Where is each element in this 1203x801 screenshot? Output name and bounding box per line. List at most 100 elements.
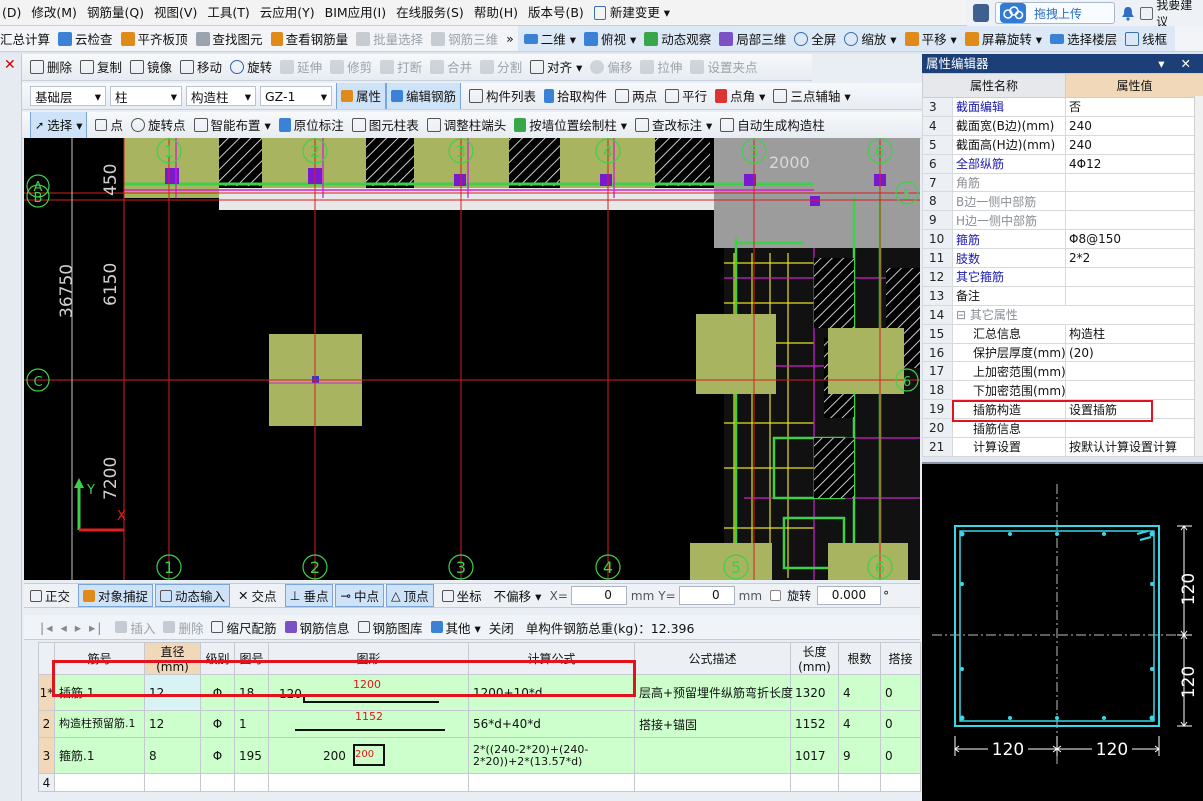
fig-no-cell[interactable]: 195	[234, 737, 269, 774]
property-value[interactable]: 4Φ12	[1065, 153, 1203, 174]
header-lap[interactable]: 搭接	[880, 642, 921, 675]
menu-modify[interactable]: 修改(M)	[31, 0, 77, 25]
fig-no-cell[interactable]: 1	[234, 710, 269, 738]
menu-view[interactable]: 视图(V)	[154, 0, 197, 25]
floor-select[interactable]: 基础层 ▾	[30, 86, 106, 106]
count-cell[interactable]: 9	[838, 737, 881, 774]
diameter-cell[interactable]: 8	[144, 737, 201, 774]
property-row[interactable]: 10 箍筋 Φ8@150	[922, 229, 1203, 250]
formula-cell[interactable]: 2*((240-2*20)+(240-2*20))+2*(13.57*d)	[468, 737, 635, 774]
upload-button[interactable]: 拖拽上传	[995, 2, 1115, 24]
parallel-button[interactable]: 平行	[665, 83, 707, 109]
menu-new-change[interactable]: 新建变更 ▾	[593, 0, 670, 25]
property-row[interactable]: 7 角筋	[922, 172, 1203, 193]
draw-by-wall-dropdown[interactable]: 按墙位置绘制柱 ▾	[514, 112, 627, 138]
formula-cell[interactable]	[468, 773, 635, 792]
menu-rebar-qty[interactable]: 钢筋量(Q)	[87, 0, 144, 25]
property-value[interactable]: 240	[1065, 134, 1203, 155]
property-row[interactable]: 21 计算设置 按默认计算设置计算	[922, 437, 1203, 457]
property-row[interactable]: 5 截面高(H边)(mm) 240	[922, 134, 1203, 155]
intersection-snap[interactable]: ✕ 交点	[238, 586, 277, 605]
rotate-input[interactable]: 0.000	[817, 586, 882, 605]
component-select[interactable]: GZ-1 ▾	[260, 86, 332, 106]
offset-button[interactable]: 偏移	[590, 54, 632, 80]
column-table-button[interactable]: 图元柱表	[351, 112, 419, 138]
rotate-checkbox[interactable]	[770, 590, 782, 601]
object-snap-toggle[interactable]: 对象捕捉	[78, 584, 154, 607]
in-place-label-button[interactable]: 原位标注	[278, 112, 344, 138]
cad-drawing[interactable]: 2000 1 2 3 4 5 6 1 2 3 4 5 6 A B C 5 6 4…	[24, 138, 920, 580]
formula-cell[interactable]: 56*d+40*d	[468, 710, 635, 738]
property-value[interactable]	[1065, 267, 1203, 287]
fig-no-cell[interactable]	[234, 773, 269, 792]
table-row[interactable]: 3 箍筋.1 8 Φ 195 200 200 2*((240-2*20)+(24…	[38, 737, 921, 774]
screen-rotate-dropdown[interactable]: 屏幕旋转 ▾	[964, 29, 1042, 48]
rebar-library-button[interactable]: 钢筋图库	[357, 618, 423, 637]
adjust-column-end-button[interactable]: 调整柱端头	[426, 112, 506, 138]
count-cell[interactable]: 4	[838, 674, 881, 711]
perpendicular-snap[interactable]: ⊥ 垂点	[284, 584, 334, 607]
close-table-button[interactable]: 关闭	[489, 618, 514, 637]
copy-button[interactable]: 复制	[80, 54, 122, 80]
formula-desc-cell[interactable]: 搭接+锚固	[634, 710, 791, 738]
toolbar-more[interactable]: »	[506, 31, 514, 46]
rotate-button[interactable]: 旋转	[230, 54, 272, 80]
summary-calc-button[interactable]: 汇总计算	[0, 29, 50, 48]
component-list-button[interactable]: 构件列表	[469, 83, 536, 109]
property-row[interactable]: 18 下加密范围(mm)	[922, 380, 1203, 401]
cloud-check-button[interactable]: 云检查	[58, 29, 113, 48]
lap-cell[interactable]: 0	[880, 737, 921, 774]
local-3d-button[interactable]: 局部三维	[719, 29, 786, 48]
midpoint-snap[interactable]: ⊸ 中点	[335, 584, 384, 607]
auto-generate-column-button[interactable]: 自动生成构造柱	[720, 112, 825, 138]
header-length[interactable]: 长度(mm)	[790, 642, 839, 675]
select-floor-button[interactable]: 选择楼层	[1050, 29, 1117, 48]
property-value[interactable]: 按默认计算设置计算	[1065, 437, 1203, 457]
pan-dropdown[interactable]: 平移 ▾	[904, 29, 957, 48]
align-dropdown[interactable]: 对齐 ▾	[530, 54, 582, 80]
batch-select-button[interactable]: 批量选择	[356, 29, 423, 48]
property-row[interactable]: 3 截面编辑否	[922, 97, 1203, 117]
close-icon[interactable]: ✕	[4, 57, 16, 73]
property-group-row[interactable]: 14 ⊟ 其它属性	[922, 304, 1203, 325]
property-row[interactable]: 8 B边一侧中部筋	[922, 191, 1203, 212]
two-point-button[interactable]: 两点	[615, 83, 657, 109]
property-row[interactable]: 13 备注	[922, 285, 1203, 306]
rotate-point-button[interactable]: 旋转点	[130, 112, 186, 138]
header-count[interactable]: 根数	[838, 642, 881, 675]
rebar-3d-button[interactable]: 钢筋三维	[431, 29, 498, 48]
property-value[interactable]: 构造柱	[1065, 323, 1203, 344]
category-select[interactable]: 柱 ▾	[110, 86, 182, 106]
formula-desc-cell[interactable]: 层高+预留埋件纵筋弯折长度	[634, 674, 793, 711]
check-labels-dropdown[interactable]: 查改标注 ▾	[635, 112, 712, 138]
bar-name-cell[interactable]: 构造柱预留筋.1	[54, 710, 145, 738]
property-value[interactable]	[1065, 380, 1203, 401]
panel-pin-close-icons[interactable]: ▾ ✕	[1158, 54, 1197, 73]
dynamic-input-toggle[interactable]: 动态输入	[155, 584, 231, 607]
grade-cell[interactable]: Φ	[200, 737, 235, 774]
property-value[interactable]: (20)	[1065, 342, 1203, 363]
delete-button[interactable]: 删除	[30, 54, 72, 80]
other-dropdown[interactable]: 其他 ▾	[430, 618, 481, 637]
menu-version[interactable]: 版本号(B)	[528, 0, 584, 25]
delete-row-button[interactable]: 删除	[163, 618, 203, 637]
menu-bim[interactable]: BIM应用(I)	[325, 0, 387, 25]
move-button[interactable]: 移动	[180, 54, 222, 80]
pick-component-button[interactable]: 拾取构件	[544, 83, 607, 109]
insert-row-button[interactable]: 插入	[115, 618, 155, 637]
scale-rebar-button[interactable]: 缩尺配筋	[211, 618, 277, 637]
point-angle-dropdown[interactable]: 点角 ▾	[715, 83, 765, 109]
type-select[interactable]: 构造柱 ▾	[186, 86, 256, 106]
bar-name-cell[interactable]: 箍筋.1	[54, 737, 145, 774]
menu-cloud[interactable]: 云应用(Y)	[260, 0, 315, 25]
property-row[interactable]: 12 其它箍筋	[922, 267, 1203, 287]
coordinate-snap[interactable]: 坐标	[441, 586, 482, 605]
select-dropdown[interactable]: ➚ 选择 ▾	[30, 112, 88, 138]
wireframe-button[interactable]: 线框	[1125, 29, 1167, 48]
top-view-dropdown[interactable]: 俯视 ▾	[584, 29, 636, 48]
vertex-snap[interactable]: △ 顶点	[385, 584, 434, 607]
property-value[interactable]: 240	[1065, 115, 1203, 136]
property-value[interactable]	[1065, 361, 1203, 382]
property-value[interactable]	[1065, 285, 1203, 306]
three-point-axis-dropdown[interactable]: 三点辅轴 ▾	[773, 83, 851, 109]
